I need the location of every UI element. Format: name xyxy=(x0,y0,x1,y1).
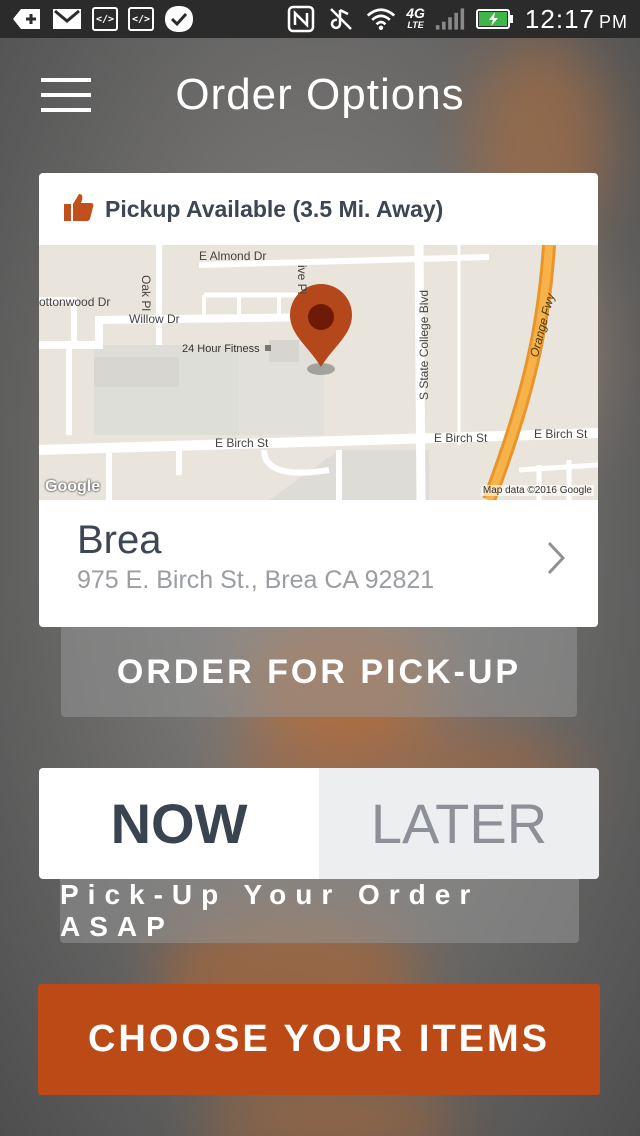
toggle-now[interactable]: NOW xyxy=(39,768,319,879)
map-label: 24 Hour Fitness xyxy=(182,343,260,355)
check-icon xyxy=(164,6,194,32)
mute-icon xyxy=(326,6,356,32)
clock-ampm: PM xyxy=(599,11,628,32)
map-view[interactable]: E Almond Dr ottonwood Dr Willow Dr Oak P… xyxy=(39,245,598,500)
pickup-availability: Pickup Available (3.5 Mi. Away) xyxy=(39,173,598,245)
location-card: Pickup Available (3.5 Mi. Away) E Almond… xyxy=(39,173,598,627)
map-label: S State College Blvd xyxy=(417,289,431,400)
store-address: 975 E. Birch St., Brea CA 92821 xyxy=(77,566,435,594)
store-location-row[interactable]: Brea 975 E. Birch St., Brea CA 92821 xyxy=(39,500,598,627)
map-label: ive Pl xyxy=(295,265,309,295)
chevron-right-icon xyxy=(546,540,566,581)
choose-items-button[interactable]: CHOOSE YOUR ITEMS xyxy=(38,984,600,1095)
order-for-pickup-button[interactable]: ORDER FOR PICK-UP xyxy=(61,627,577,717)
code-icon: </> xyxy=(92,7,118,31)
clock: 12:17 PM xyxy=(525,4,628,35)
nfc-icon xyxy=(286,5,316,33)
network-sub: LTE xyxy=(407,20,424,30)
wifi-icon xyxy=(366,6,396,32)
map-label: Oak Pl xyxy=(139,275,153,312)
map-label: Willow Dr xyxy=(129,312,180,326)
map-attribution: Map data ©2016 Google xyxy=(480,485,594,496)
add-icon xyxy=(12,6,42,32)
code-icon: </> xyxy=(128,7,154,31)
page-title: Order Options xyxy=(175,70,465,119)
status-bar: </> </> 4G LTE 12:17 PM xyxy=(0,0,640,38)
asap-caption: Pick-Up Your Order ASAP xyxy=(60,879,579,943)
map-label: E Birch St xyxy=(215,436,269,450)
network-indicator: 4G LTE xyxy=(406,6,425,31)
store-name: Brea xyxy=(77,518,162,562)
clock-time: 12:17 xyxy=(524,3,595,34)
map-label: ottonwood Dr xyxy=(39,295,111,309)
time-toggle: NOW LATER xyxy=(39,768,599,879)
pickup-text: Pickup Available (3.5 Mi. Away) xyxy=(105,195,444,222)
map-label: E Birch St xyxy=(534,427,588,441)
signal-icon xyxy=(435,6,465,32)
google-logo: Google xyxy=(45,478,101,495)
battery-charging-icon xyxy=(475,6,515,32)
map-label: E Almond Dr xyxy=(199,249,267,263)
thumbs-up-icon xyxy=(63,192,95,227)
toggle-later[interactable]: LATER xyxy=(319,768,599,879)
map-label: E Birch St xyxy=(434,431,488,445)
gmail-icon xyxy=(52,6,82,32)
